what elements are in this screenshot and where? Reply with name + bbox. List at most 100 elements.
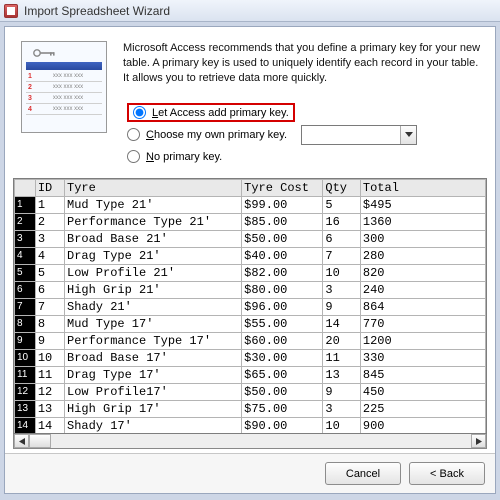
column-header[interactable]: ID — [35, 179, 64, 196]
table-row[interactable]: 1212Low Profile17'$50.009450 — [15, 383, 486, 400]
cell-cost: $55.00 — [242, 315, 323, 332]
app-icon — [4, 4, 18, 18]
cell-cost: $96.00 — [242, 298, 323, 315]
window-title: Import Spreadsheet Wizard — [24, 4, 170, 18]
table-row[interactable]: 44Drag Type 21'$40.007280 — [15, 247, 486, 264]
primary-key-field-select[interactable] — [301, 125, 417, 145]
row-number: 2 — [15, 213, 36, 230]
cell-total: 330 — [360, 349, 485, 366]
row-number: 8 — [15, 315, 36, 332]
titlebar: Import Spreadsheet Wizard — [0, 0, 500, 22]
cell-total: 450 — [360, 383, 485, 400]
cell-id: 1 — [35, 196, 64, 213]
cell-total: 1360 — [360, 213, 485, 230]
cell-tyre: Low Profile 21' — [65, 264, 242, 281]
row-number: 10 — [15, 349, 36, 366]
cell-id: 7 — [35, 298, 64, 315]
table-row[interactable]: 1111Drag Type 17'$65.0013845 — [15, 366, 486, 383]
illus-row: 4xxx xxx xxx — [26, 104, 102, 115]
cell-cost: $65.00 — [242, 366, 323, 383]
cell-total: 240 — [360, 281, 485, 298]
column-header[interactable]: Qty — [323, 179, 361, 196]
radio-let-access[interactable] — [133, 106, 146, 119]
cell-qty: 10 — [323, 417, 361, 434]
cell-id: 11 — [35, 366, 64, 383]
cell-cost: $99.00 — [242, 196, 323, 213]
cell-total: 300 — [360, 230, 485, 247]
cell-id: 3 — [35, 230, 64, 247]
row-number: 5 — [15, 264, 36, 281]
table-row[interactable]: 66High Grip 21'$80.003240 — [15, 281, 486, 298]
table-row[interactable]: 77Shady 21'$96.009864 — [15, 298, 486, 315]
table-row[interactable]: 1010Broad Base 17'$30.0011330 — [15, 349, 486, 366]
cell-total: 770 — [360, 315, 485, 332]
cell-cost: $90.00 — [242, 417, 323, 434]
column-header[interactable]: Total — [360, 179, 485, 196]
cell-cost: $30.00 — [242, 349, 323, 366]
row-number: 12 — [15, 383, 36, 400]
table-row[interactable]: 11Mud Type 21'$99.005$495 — [15, 196, 486, 213]
let-access-option-highlight: Let Access add primary key. — [127, 103, 295, 122]
cell-qty: 6 — [323, 230, 361, 247]
cell-total: $495 — [360, 196, 485, 213]
cell-cost: $40.00 — [242, 247, 323, 264]
radio-choose-own[interactable] — [127, 128, 140, 141]
cell-total: 900 — [360, 417, 485, 434]
table-row[interactable]: 22Performance Type 21'$85.00161360 — [15, 213, 486, 230]
preview-grid: IDTyreTyre CostQtyTotal 11Mud Type 21'$9… — [13, 178, 487, 435]
illus-row: 1xxx xxx xxx — [26, 71, 102, 82]
radio-no-key[interactable] — [127, 150, 140, 163]
cell-qty: 10 — [323, 264, 361, 281]
cell-tyre: Mud Type 21' — [65, 196, 242, 213]
cell-total: 280 — [360, 247, 485, 264]
cell-tyre: High Grip 17' — [65, 400, 242, 417]
cell-tyre: Shady 17' — [65, 417, 242, 434]
cell-cost: $85.00 — [242, 213, 323, 230]
cell-qty: 14 — [323, 315, 361, 332]
table-row[interactable]: 33Broad Base 21'$50.006300 — [15, 230, 486, 247]
horizontal-scrollbar[interactable] — [13, 434, 487, 449]
column-header[interactable]: Tyre Cost — [242, 179, 323, 196]
column-header[interactable]: Tyre — [65, 179, 242, 196]
cancel-button[interactable]: Cancel — [325, 462, 401, 485]
chevron-down-icon — [400, 126, 416, 144]
cell-id: 14 — [35, 417, 64, 434]
row-number: 13 — [15, 400, 36, 417]
illus-row: 3xxx xxx xxx — [26, 93, 102, 104]
cell-qty: 5 — [323, 196, 361, 213]
row-header-blank — [15, 179, 36, 196]
table-row[interactable]: 99Performance Type 17'$60.00201200 — [15, 332, 486, 349]
cell-qty: 11 — [323, 349, 361, 366]
scroll-right-icon[interactable] — [471, 434, 486, 448]
cell-tyre: Performance Type 21' — [65, 213, 242, 230]
cell-id: 8 — [35, 315, 64, 332]
cell-tyre: Drag Type 21' — [65, 247, 242, 264]
cell-tyre: Drag Type 17' — [65, 366, 242, 383]
table-row[interactable]: 1313High Grip 17'$75.003225 — [15, 400, 486, 417]
scroll-thumb[interactable] — [29, 434, 51, 448]
cell-id: 13 — [35, 400, 64, 417]
back-button[interactable]: < Back — [409, 462, 485, 485]
cell-tyre: Low Profile17' — [65, 383, 242, 400]
radio-let-access-label[interactable]: Let Access add primary key. — [152, 107, 289, 119]
radio-choose-own-label[interactable]: Choose my own primary key. — [146, 129, 287, 141]
cell-qty: 13 — [323, 366, 361, 383]
cell-qty: 9 — [323, 383, 361, 400]
row-number: 3 — [15, 230, 36, 247]
cell-qty: 7 — [323, 247, 361, 264]
table-row[interactable]: 55Low Profile 21'$82.0010820 — [15, 264, 486, 281]
wizard-dialog: 1xxx xxx xxx2xxx xxx xxx3xxx xxx xxx4xxx… — [4, 26, 496, 494]
table-row[interactable]: 88Mud Type 17'$55.0014770 — [15, 315, 486, 332]
scroll-left-icon[interactable] — [14, 434, 29, 448]
row-number: 4 — [15, 247, 36, 264]
cell-id: 6 — [35, 281, 64, 298]
row-number: 11 — [15, 366, 36, 383]
table-row[interactable]: 1414Shady 17'$90.0010900 — [15, 417, 486, 434]
cell-cost: $80.00 — [242, 281, 323, 298]
cell-id: 4 — [35, 247, 64, 264]
row-number: 6 — [15, 281, 36, 298]
cell-cost: $75.00 — [242, 400, 323, 417]
radio-no-key-label[interactable]: No primary key. — [146, 151, 222, 163]
cell-cost: $82.00 — [242, 264, 323, 281]
cell-total: 845 — [360, 366, 485, 383]
